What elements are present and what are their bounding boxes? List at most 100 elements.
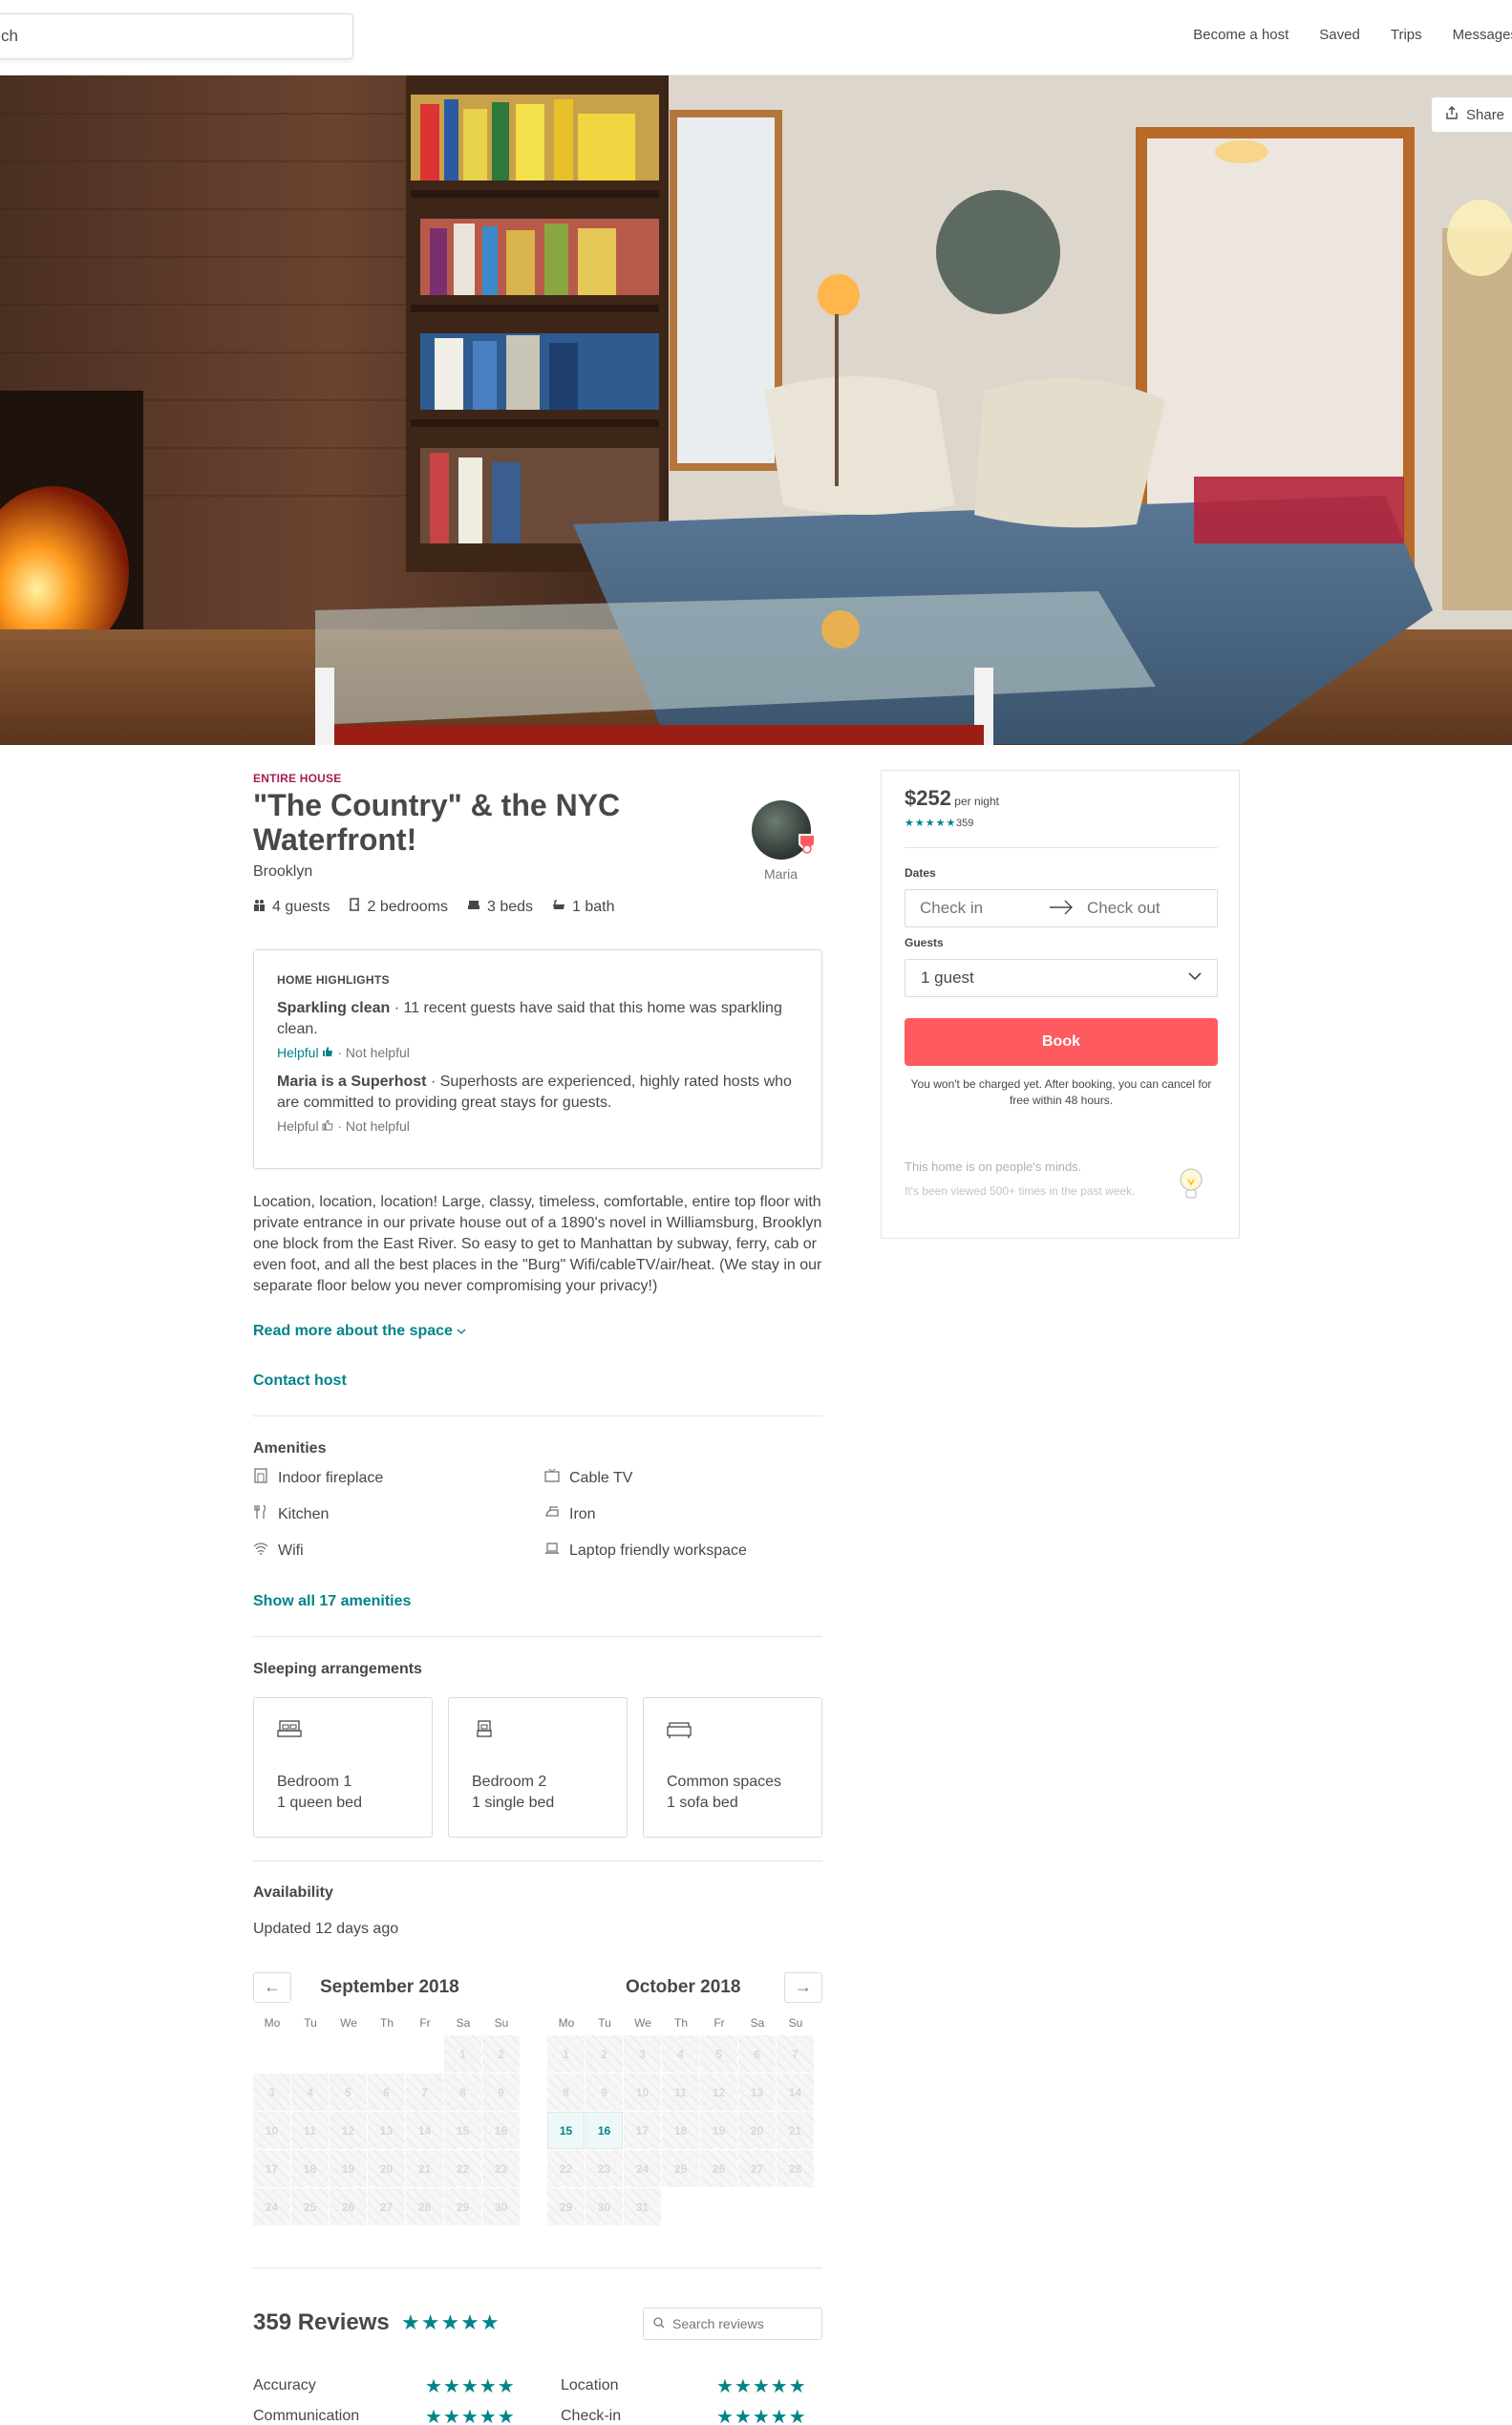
listing-facts: 4 guests 2 bedrooms 3 beds 1 bath xyxy=(253,898,615,916)
home-highlights-card: HOME HIGHLIGHTS Sparkling clean · 11 rec… xyxy=(253,949,822,1169)
calendar-day-blocked: 6 xyxy=(368,2074,405,2111)
helpful-button[interactable]: Helpful xyxy=(277,1118,319,1134)
calendar-day-blocked: 16 xyxy=(482,2112,520,2149)
amenity-item: Kitchen xyxy=(253,1504,329,1524)
arrow-right-icon xyxy=(1049,897,1074,923)
nav-become-host[interactable]: Become a host xyxy=(1193,27,1288,43)
review-count[interactable]: 359 xyxy=(956,818,973,829)
contact-host-link[interactable]: Contact host xyxy=(253,1372,347,1390)
reviews-title: 359 Reviews xyxy=(253,2309,390,2335)
calendar-weekday-label: Sa xyxy=(750,2016,765,2030)
calendar-day-blocked: 24 xyxy=(253,2188,290,2225)
living-room-image xyxy=(0,75,1512,745)
fireplace-icon xyxy=(253,1468,268,1488)
calendar-day-blocked: 9 xyxy=(586,2074,623,2111)
highlight-superhost-title: Maria is a Superhost xyxy=(277,1074,427,1090)
fact-beds-label: 3 beds xyxy=(486,898,534,915)
price-value: $252 xyxy=(905,786,951,810)
amenity-item: Indoor fireplace xyxy=(253,1468,383,1488)
nav-messages[interactable]: Messages xyxy=(1453,27,1512,43)
fact-bath-label: 1 bath xyxy=(572,898,615,915)
calendar-day-blocked: 25 xyxy=(662,2150,699,2187)
read-more-label: Read more about the space xyxy=(253,1323,453,1339)
highlight-clean-feedback: Helpful · Not helpful xyxy=(277,1045,799,1060)
show-all-amenities-link[interactable]: Show all 17 amenities xyxy=(253,1593,411,1610)
highlights-heading: HOME HIGHLIGHTS xyxy=(277,973,390,987)
search-input[interactable]: ch xyxy=(0,13,353,59)
calendar-weekday-label: Tu xyxy=(304,2016,317,2030)
divider xyxy=(253,1415,822,1416)
dates-label: Dates xyxy=(905,866,936,880)
check-out-field[interactable]: Check out xyxy=(1087,899,1161,918)
calendar-day-blocked: 5 xyxy=(330,2074,367,2111)
search-reviews-input[interactable]: Search reviews xyxy=(643,2308,822,2340)
calendar-day-blocked: 9 xyxy=(482,2074,520,2111)
bedroom-bed: 1 sofa bed xyxy=(667,1795,738,1811)
calendar-day-blocked: 2 xyxy=(482,2035,520,2073)
nav-saved[interactable]: Saved xyxy=(1319,27,1360,43)
prev-month-arrow-icon[interactable]: ← xyxy=(253,1972,291,2003)
divider xyxy=(905,847,1218,848)
amenity-label: Kitchen xyxy=(278,1505,330,1522)
not-helpful-button[interactable]: · Not helpful xyxy=(337,1045,409,1060)
share-button[interactable]: Share xyxy=(1431,96,1512,133)
check-in-field[interactable]: Check in xyxy=(920,899,983,918)
calendar-day-blocked: 24 xyxy=(624,2150,661,2187)
calendar-weekday-label: Th xyxy=(673,2016,688,2030)
amenity-item: Cable TV xyxy=(544,1468,632,1488)
calendar-day-blocked: 13 xyxy=(368,2112,405,2149)
sleeping-title: Sleeping arrangements xyxy=(253,1661,422,1677)
book-button[interactable]: Book xyxy=(905,1018,1218,1066)
calendar-day-available[interactable]: 15 xyxy=(547,2112,585,2149)
laptop-icon xyxy=(544,1541,560,1561)
next-month-arrow-icon[interactable]: → xyxy=(784,1972,822,2003)
calendar-day-blocked: 1 xyxy=(547,2035,585,2073)
calendar-day-blocked: 29 xyxy=(547,2188,585,2225)
sleeping-cards: Bedroom 1 1 queen bed Bedroom 2 1 single… xyxy=(253,1697,822,1838)
read-more-link[interactable]: Read more about the space xyxy=(253,1323,466,1340)
host-name[interactable]: Maria xyxy=(764,866,798,882)
bedroom-name: Bedroom 1 xyxy=(277,1774,352,1790)
guests-value: 1 guest xyxy=(921,968,974,987)
listing-hero-photo[interactable] xyxy=(0,75,1512,745)
fact-bedrooms: 2 bedrooms xyxy=(349,898,448,916)
calendar-day-blocked: 23 xyxy=(482,2150,520,2187)
calendar-day-blocked: 29 xyxy=(444,2188,481,2225)
single-bed-icon xyxy=(472,1720,497,1744)
thumbs-up-outline-icon[interactable] xyxy=(322,1118,334,1134)
calendar-day-blocked: 17 xyxy=(624,2112,661,2149)
guests-icon xyxy=(253,899,266,916)
helpful-button[interactable]: Helpful xyxy=(277,1045,319,1060)
thumbs-up-filled-icon[interactable] xyxy=(322,1045,333,1060)
rating-label: Communication xyxy=(253,2408,360,2424)
amenities-grid: Indoor fireplace Cable TV Kitchen Iron W… xyxy=(253,1468,822,1575)
calendar-day-blocked: 14 xyxy=(406,2112,443,2149)
calendar-day-blocked: 12 xyxy=(700,2074,737,2111)
nav-trips[interactable]: Trips xyxy=(1391,27,1422,43)
availability-title: Availability xyxy=(253,1884,333,1901)
calendar-day-blocked: 31 xyxy=(624,2188,661,2225)
calendar-day-blocked: 5 xyxy=(700,2035,737,2073)
calendar-day-blocked: 17 xyxy=(253,2150,290,2187)
bedroom-card: Bedroom 1 1 queen bed xyxy=(253,1697,433,1838)
listing-city: Brooklyn xyxy=(253,863,313,880)
nav-links: Become a host Saved Trips Messages xyxy=(1193,27,1512,43)
calendar-day-blocked: 21 xyxy=(406,2150,443,2187)
calendar-day-available[interactable]: 16 xyxy=(586,2112,623,2149)
calendar-day-blocked: 30 xyxy=(482,2188,520,2225)
calendar-weekday-label: Mo xyxy=(264,2016,281,2030)
calendar-weekday-label: Fr xyxy=(419,2016,431,2030)
calendar-day-blocked: 25 xyxy=(291,2188,329,2225)
share-label: Share xyxy=(1466,106,1505,123)
not-helpful-button[interactable]: · Not helpful xyxy=(337,1118,409,1134)
bedroom-card: Common spaces 1 sofa bed xyxy=(643,1697,822,1838)
divider xyxy=(253,1636,822,1637)
calendar-day-blocked: 27 xyxy=(738,2150,776,2187)
tip-subtitle: It's been viewed 500+ times in the past … xyxy=(905,1184,1136,1198)
guests-select[interactable]: 1 guest xyxy=(905,959,1218,997)
calendar-day-blocked: 20 xyxy=(738,2112,776,2149)
amenity-item: Iron xyxy=(544,1504,596,1524)
calendar-day-blocked: 11 xyxy=(291,2112,329,2149)
calendar-day-blocked: 19 xyxy=(700,2112,737,2149)
fact-beds: 3 beds xyxy=(467,898,533,916)
